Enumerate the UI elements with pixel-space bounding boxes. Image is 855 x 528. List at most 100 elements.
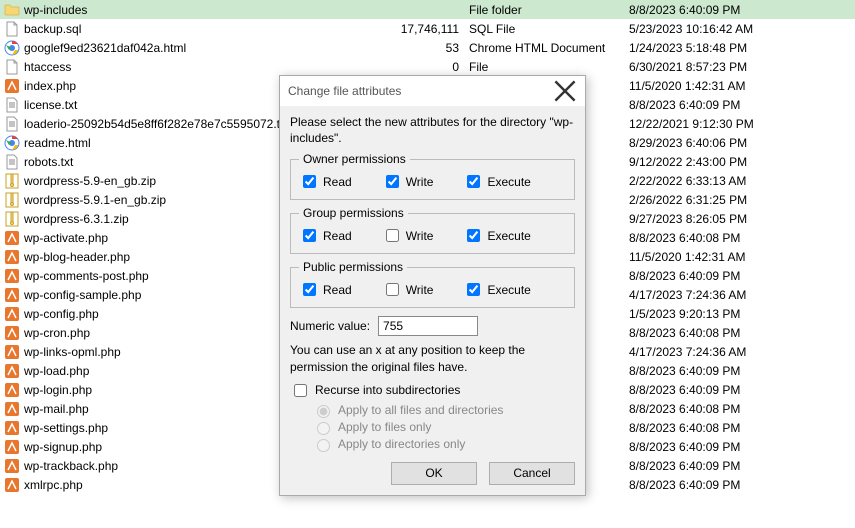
file-row[interactable]: htaccess 0File6/30/2021 8:57:23 PM [0,57,855,76]
public-legend: Public permissions [299,260,407,274]
file-date: 1/24/2023 5:18:48 PM [629,41,855,55]
php-icon [4,363,20,379]
file-name: wp-comments-post.php [24,269,149,283]
php-icon [4,325,20,341]
file-name: wp-includes [24,3,87,17]
php-icon [4,268,20,284]
file-name: wordpress-5.9-en_gb.zip [24,174,156,188]
file-name: wp-links-opml.php [24,345,121,359]
close-icon[interactable] [553,79,577,103]
php-icon [4,439,20,455]
group-read-checkbox[interactable]: Read [299,226,352,245]
owner-execute-checkbox[interactable]: Execute [463,172,530,191]
ok-button[interactable]: OK [391,462,477,485]
txt-icon [4,154,20,170]
public-permissions-group: Public permissions Read Write Execute [290,260,575,308]
zip-icon [4,211,20,227]
group-execute-checkbox[interactable]: Execute [463,226,530,245]
file-date: 11/5/2020 1:42:31 AM [629,79,855,93]
txt-icon [4,116,20,132]
php-icon [4,477,20,493]
file-name: wordpress-5.9.1-en_gb.zip [24,193,166,207]
file-name: wp-activate.php [24,231,108,245]
file-date: 4/17/2023 7:24:36 AM [629,288,855,302]
file-name: xmlrpc.php [24,478,83,492]
php-icon [4,382,20,398]
change-attributes-dialog: Change file attributes Please select the… [279,75,586,496]
file-name: robots.txt [24,155,73,169]
file-name: wp-signup.php [24,440,102,454]
recurse-label: Recurse into subdirectories [315,383,460,397]
permission-hint: You can use an x at any position to keep… [290,342,575,374]
group-legend: Group permissions [299,206,408,220]
file-type: File folder [469,3,629,17]
cancel-button[interactable]: Cancel [489,462,575,485]
file-date: 2/26/2022 6:31:25 PM [629,193,855,207]
apply-files-radio: Apply to files only [312,419,575,435]
file-size: 0 [379,60,469,74]
owner-write-checkbox[interactable]: Write [382,172,434,191]
file-date: 8/8/2023 6:40:08 PM [629,402,855,416]
file-row[interactable]: backup.sql 17,746,111SQL File5/23/2023 10… [0,19,855,38]
file-icon [4,21,20,37]
txt-icon [4,97,20,113]
file-name: wp-config.php [24,307,99,321]
php-icon [4,420,20,436]
dialog-title: Change file attributes [288,84,553,98]
group-write-checkbox[interactable]: Write [382,226,434,245]
file-row[interactable]: wp-includes File folder8/8/2023 6:40:09 P… [0,0,855,19]
dialog-titlebar: Change file attributes [280,76,585,106]
file-date: 8/8/2023 6:40:09 PM [629,3,855,17]
folder-icon [4,2,20,18]
file-name: readme.html [24,136,91,150]
apply-all-radio: Apply to all files and directories [312,402,575,418]
file-name: license.txt [24,98,77,112]
group-permissions-group: Group permissions Read Write Execute [290,206,575,254]
file-date: 6/30/2021 8:57:23 PM [629,60,855,74]
file-name: wp-mail.php [24,402,89,416]
file-date: 8/29/2023 6:40:06 PM [629,136,855,150]
file-date: 8/8/2023 6:40:09 PM [629,459,855,473]
php-icon [4,230,20,246]
file-date: 8/8/2023 6:40:09 PM [629,98,855,112]
file-size: 17,746,111 [379,22,469,36]
file-name: backup.sql [24,22,81,36]
php-icon [4,287,20,303]
php-icon [4,306,20,322]
recurse-checkbox[interactable] [294,384,307,397]
file-name: wp-settings.php [24,421,108,435]
php-icon [4,458,20,474]
file-type: SQL File [469,22,629,36]
file-date: 4/17/2023 7:24:36 AM [629,345,855,359]
file-name: index.php [24,79,76,93]
file-date: 1/5/2023 9:20:13 PM [629,307,855,321]
php-icon [4,249,20,265]
file-row[interactable]: googlef9ed23621daf042a.html53Chrome HTML… [0,38,855,57]
owner-legend: Owner permissions [299,152,410,166]
file-date: 5/23/2023 10:16:42 AM [629,22,855,36]
file-date: 9/12/2022 2:43:00 PM [629,155,855,169]
file-date: 12/22/2021 9:12:30 PM [629,117,855,131]
file-date: 8/8/2023 6:40:08 PM [629,326,855,340]
public-execute-checkbox[interactable]: Execute [463,280,530,299]
dialog-prompt: Please select the new attributes for the… [290,114,575,146]
file-name: htaccess [24,60,71,74]
file-size: 53 [379,41,469,55]
file-date: 8/8/2023 6:40:09 PM [629,383,855,397]
file-date: 11/5/2020 1:42:31 AM [629,250,855,264]
file-date: 8/8/2023 6:40:09 PM [629,269,855,283]
file-name: wp-config-sample.php [24,288,141,302]
php-icon [4,78,20,94]
public-read-checkbox[interactable]: Read [299,280,352,299]
file-date: 8/8/2023 6:40:09 PM [629,478,855,492]
file-name: wp-load.php [24,364,89,378]
file-date: 8/8/2023 6:40:09 PM [629,364,855,378]
file-icon [4,59,20,75]
file-name: wp-blog-header.php [24,250,130,264]
owner-read-checkbox[interactable]: Read [299,172,352,191]
php-icon [4,401,20,417]
public-write-checkbox[interactable]: Write [382,280,434,299]
file-date: 8/8/2023 6:40:08 PM [629,231,855,245]
numeric-value-input[interactable] [378,316,478,336]
file-type: File [469,60,629,74]
